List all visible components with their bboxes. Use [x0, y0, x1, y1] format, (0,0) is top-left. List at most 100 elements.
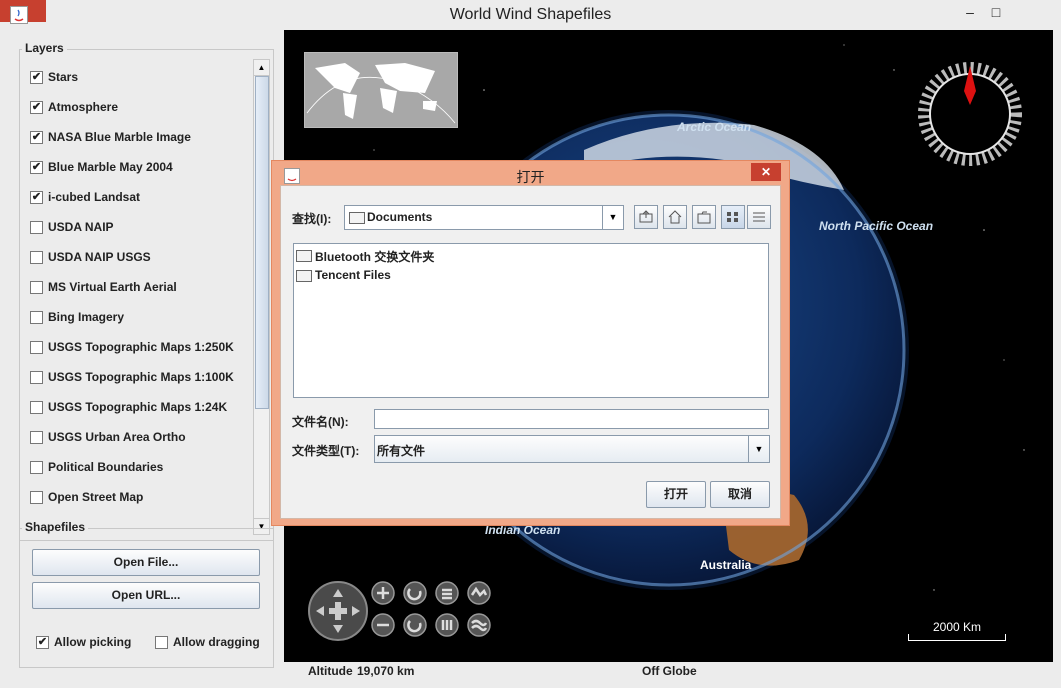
file-list[interactable]: Bluetooth 交换文件夹 Tencent Files	[293, 243, 769, 398]
shapefiles-group-title: Shapefiles	[22, 520, 89, 534]
layer-item-open-street-map[interactable]: Open Street Map	[30, 490, 143, 506]
filetype-label: 文件类型(T):	[292, 444, 360, 458]
layer-label: USDA NAIP	[48, 220, 114, 234]
filename-field[interactable]	[374, 409, 769, 429]
nav-buttons	[370, 581, 495, 641]
layer-item-usgs-topo-24k[interactable]: USGS Topographic Maps 1:24K	[30, 400, 227, 416]
allow-picking-toggle[interactable]: ✔ Allow picking	[36, 635, 131, 651]
layer-item-usgs-topo-250k[interactable]: USGS Topographic Maps 1:250K	[30, 340, 234, 356]
filetype-dropdown[interactable]: 所有文件 ▼	[374, 435, 770, 463]
allow-picking-label: Allow picking	[54, 635, 132, 649]
layer-list-scrollbar[interactable]: ▲ ▼	[253, 59, 270, 535]
details-view-icon[interactable]	[747, 205, 771, 229]
checkbox[interactable]	[30, 251, 43, 265]
layer-item-usda-naip-usgs[interactable]: USDA NAIP USGS	[30, 250, 151, 266]
allow-dragging-toggle[interactable]: Allow dragging	[155, 635, 260, 651]
checkbox[interactable]: ✔	[30, 131, 43, 145]
look-in-label: 查找(I):	[292, 212, 332, 226]
layer-label: Political Boundaries	[48, 460, 164, 474]
checkbox[interactable]	[30, 311, 43, 325]
look-in-value: Documents	[367, 210, 433, 224]
checkbox[interactable]	[155, 636, 168, 650]
layer-label: USGS Urban Area Ortho	[48, 430, 186, 444]
checkbox[interactable]: ✔	[30, 101, 43, 115]
list-view-icon[interactable]	[721, 205, 745, 229]
open-file-dialog: 打开 ✕ 查找(I): Documents ▼ Bluetooth 交换文件夹 …	[271, 160, 790, 526]
north-pacific-ocean-label: North Pacific Ocean	[819, 219, 934, 233]
compass-icon[interactable]	[915, 59, 1025, 169]
file-name: Tencent Files	[315, 268, 391, 282]
altitude-label: Altitude	[308, 664, 353, 678]
layer-item-nasa-blue-marble[interactable]: ✔ NASA Blue Marble Image	[30, 130, 191, 146]
pan-control[interactable]	[308, 581, 368, 641]
altitude-value: 19,070 km	[357, 664, 415, 678]
layer-item-usgs-topo-100k[interactable]: USGS Topographic Maps 1:100K	[30, 370, 234, 386]
allow-dragging-label: Allow dragging	[173, 635, 260, 649]
open-url-button[interactable]: Open URL...	[32, 582, 260, 609]
folder-icon	[349, 212, 365, 224]
left-panel: Layers ✔ Stars ✔ Atmosphere ✔ NASA Blue Mar…	[10, 30, 283, 680]
layer-label: Atmosphere	[48, 100, 119, 114]
checkbox[interactable]	[30, 431, 43, 445]
status-bar: Altitude 19,070 km Off Globe	[284, 662, 1053, 680]
layer-item-blue-marble-2004[interactable]: ✔ Blue Marble May 2004	[30, 160, 173, 176]
pan-arrows-icon	[316, 589, 360, 633]
checkbox[interactable]	[30, 221, 43, 235]
layer-label: Blue Marble May 2004	[48, 160, 173, 174]
layer-label: Stars	[48, 70, 79, 84]
layer-item-ms-virtual-earth[interactable]: MS Virtual Earth Aerial	[30, 280, 177, 296]
open-button[interactable]: 打开	[646, 481, 706, 508]
checkbox[interactable]	[30, 461, 43, 475]
layer-item-stars[interactable]: ✔ Stars	[30, 70, 78, 86]
scale-bar-line	[908, 634, 1006, 641]
checkbox[interactable]	[30, 281, 43, 295]
up-one-level-icon[interactable]	[634, 205, 658, 229]
dialog-body: 查找(I): Documents ▼ Bluetooth 交换文件夹 Tence…	[280, 185, 781, 519]
look-in-dropdown[interactable]: Documents ▼	[344, 205, 624, 230]
checkbox[interactable]	[30, 341, 43, 355]
folder-icon	[296, 250, 312, 262]
chevron-down-icon[interactable]: ▼	[748, 436, 769, 462]
checkbox[interactable]: ✔	[30, 161, 43, 175]
filename-label: 文件名(N):	[292, 415, 349, 429]
checkbox[interactable]	[30, 401, 43, 415]
window-title: World Wind Shapefiles	[449, 6, 612, 23]
title-bar: World Wind Shapefiles – □ ✕	[0, 0, 1061, 30]
layer-item-political-boundaries[interactable]: Political Boundaries	[30, 460, 163, 476]
layer-label: USGS Topographic Maps 1:250K	[48, 340, 234, 354]
layer-item-usda-naip[interactable]: USDA NAIP	[30, 220, 114, 236]
checkbox[interactable]: ✔	[30, 71, 43, 85]
checkbox[interactable]: ✔	[36, 636, 49, 650]
chevron-down-icon[interactable]: ▼	[602, 206, 623, 229]
maximize-button[interactable]: □	[985, 2, 1007, 22]
layer-item-bing-imagery[interactable]: Bing Imagery	[30, 310, 124, 326]
scroll-up-arrow-icon[interactable]: ▲	[254, 60, 269, 76]
layer-item-usgs-urban-ortho[interactable]: USGS Urban Area Ortho	[30, 430, 186, 446]
layer-label: Bing Imagery	[48, 310, 125, 324]
minimize-button[interactable]: –	[960, 2, 980, 22]
new-folder-icon[interactable]	[692, 205, 716, 229]
folder-icon	[296, 270, 312, 282]
dialog-close-button[interactable]: ✕	[751, 163, 781, 181]
scroll-thumb[interactable]	[255, 76, 269, 409]
checkbox[interactable]	[30, 491, 43, 505]
world-map-icon	[305, 53, 457, 127]
layer-label: USDA NAIP USGS	[48, 250, 151, 264]
checkbox[interactable]: ✔	[30, 191, 43, 205]
home-icon[interactable]	[663, 205, 687, 229]
scale-bar-label: 2000 Km	[932, 620, 982, 634]
world-overview-map[interactable]	[304, 52, 458, 128]
filetype-value: 所有文件	[377, 444, 426, 458]
dialog-title: 打开	[516, 169, 545, 185]
open-file-button[interactable]: Open File...	[32, 549, 260, 576]
layer-label: Open Street Map	[48, 490, 144, 504]
file-name: Bluetooth 交换文件夹	[315, 250, 435, 264]
cancel-button[interactable]: 取消	[710, 481, 770, 508]
position-status: Off Globe	[642, 664, 697, 678]
layer-item-i-cubed-landsat[interactable]: ✔ i-cubed Landsat	[30, 190, 140, 206]
layer-label: NASA Blue Marble Image	[48, 130, 191, 144]
checkbox[interactable]	[30, 371, 43, 385]
layer-item-atmosphere[interactable]: ✔ Atmosphere	[30, 100, 118, 116]
layer-list: ✔ Stars ✔ Atmosphere ✔ NASA Blue Marble Ima…	[10, 30, 283, 540]
layer-label: MS Virtual Earth Aerial	[48, 280, 177, 294]
